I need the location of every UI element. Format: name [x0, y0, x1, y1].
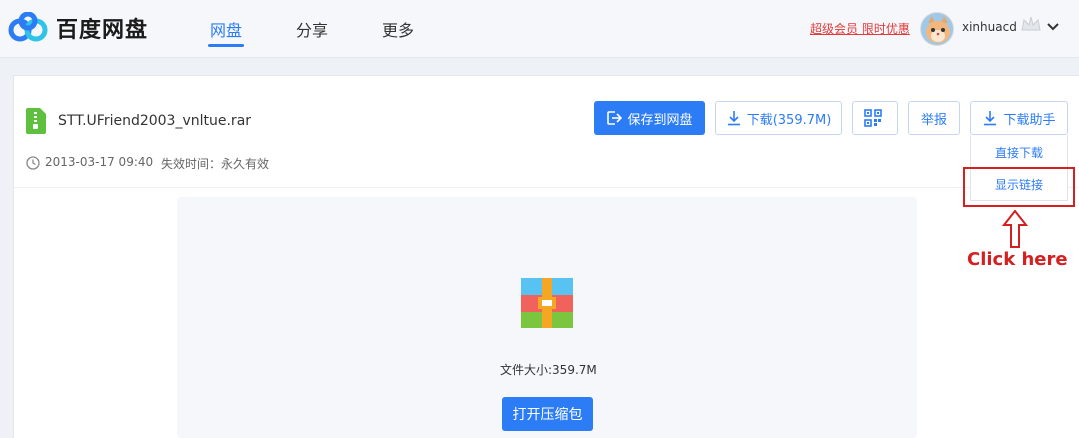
file-name: STT.UFriend2003_vnltue.rar: [58, 113, 252, 129]
highlight-box: [963, 167, 1075, 207]
annotation-text: Click here: [967, 249, 1068, 270]
save-label: 保存到网盘: [627, 112, 693, 128]
qrcode-icon: [863, 109, 882, 127]
save-to-netdisk-button[interactable]: 保存到网盘: [594, 101, 705, 135]
report-label: 举报: [920, 112, 947, 128]
active-tab-indicator: [208, 44, 244, 47]
username[interactable]: xinhuacd: [962, 20, 1017, 34]
zip-file-icon: [26, 108, 46, 134]
download-helper-label: 下载助手: [1003, 112, 1056, 128]
logo[interactable]: 百度网盘: [6, 12, 148, 44]
avatar[interactable]: [920, 12, 954, 46]
vip-crown-icon: [1021, 16, 1041, 31]
download-icon: [727, 111, 740, 126]
open-archive-button[interactable]: 打开压缩包: [502, 397, 593, 431]
save-icon: [607, 111, 623, 125]
download-button[interactable]: 下载(359.7M): [715, 101, 842, 135]
divider: [14, 187, 1078, 188]
logo-text: 百度网盘: [56, 18, 149, 43]
baidu-cloud-logo-icon: [8, 12, 48, 42]
download-icon: [984, 111, 997, 126]
open-archive-label: 打开压缩包: [512, 407, 583, 423]
download-label: 下载(359.7M): [746, 112, 832, 128]
top-bar: 百度网盘 网盘 分享 更多 超级会员 限时优惠 xinhuacd: [0, 0, 1079, 58]
chevron-down-icon[interactable]: [1046, 20, 1060, 34]
file-size: 文件大小:359.7M: [500, 363, 597, 377]
tab-share[interactable]: 分享: [296, 17, 328, 41]
qrcode-button[interactable]: [852, 101, 898, 135]
tab-netdisk[interactable]: 网盘: [210, 17, 242, 41]
report-button[interactable]: 举报: [908, 101, 960, 135]
menu-item-direct-download[interactable]: 直接下载: [971, 144, 1067, 161]
share-date: 2013-03-17 09:40: [45, 155, 154, 169]
up-arrow-icon: [1002, 210, 1028, 248]
archive-icon: [521, 278, 573, 328]
expire-info: 失效时间：永久有效: [161, 157, 270, 171]
vip-promo-link[interactable]: 超级会员 限时优惠: [810, 20, 910, 37]
clock-icon: [26, 156, 40, 170]
download-helper-button[interactable]: 下载助手: [970, 101, 1068, 135]
tab-more[interactable]: 更多: [382, 17, 414, 41]
cat-avatar-icon: [921, 13, 953, 45]
